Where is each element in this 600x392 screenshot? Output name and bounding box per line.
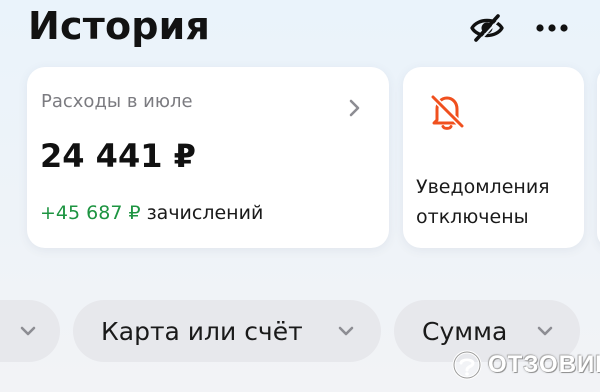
income-label: зачислений — [146, 202, 264, 224]
more-dots-icon[interactable] — [530, 10, 574, 46]
filter-chip-card-or-account[interactable]: Карта или счёт — [73, 300, 381, 362]
income-line: +45 687 ₽ зачислений — [40, 202, 263, 224]
chevron-right-icon — [349, 99, 360, 117]
notifications-label: Уведомления отключены — [416, 176, 550, 228]
expenses-card[interactable]: Расходы в июле 24 441 ₽ +45 687 ₽ зачисл… — [27, 67, 389, 248]
expenses-amount: 24 441 ₽ — [40, 137, 196, 175]
page-title: История — [28, 4, 211, 48]
filter-chip-partial[interactable] — [0, 300, 60, 362]
watermark: ОТЗОВИК — [452, 348, 600, 382]
watermark-text: ОТЗОВИК — [488, 351, 600, 378]
filter-chip-label: Сумма — [422, 316, 508, 346]
chevron-down-icon — [20, 326, 36, 336]
filter-chip-label: Карта или счёт — [101, 316, 303, 346]
watermark-logo-icon — [452, 350, 482, 380]
income-amount: +45 687 ₽ — [40, 202, 141, 224]
expenses-label: Расходы в июле — [41, 91, 193, 112]
chevron-down-icon — [537, 326, 553, 336]
chevron-down-icon — [338, 326, 354, 336]
notifications-card[interactable]: Уведомления отключены — [403, 67, 584, 248]
bell-off-icon — [430, 94, 465, 130]
eye-crossed-icon[interactable] — [467, 10, 507, 46]
